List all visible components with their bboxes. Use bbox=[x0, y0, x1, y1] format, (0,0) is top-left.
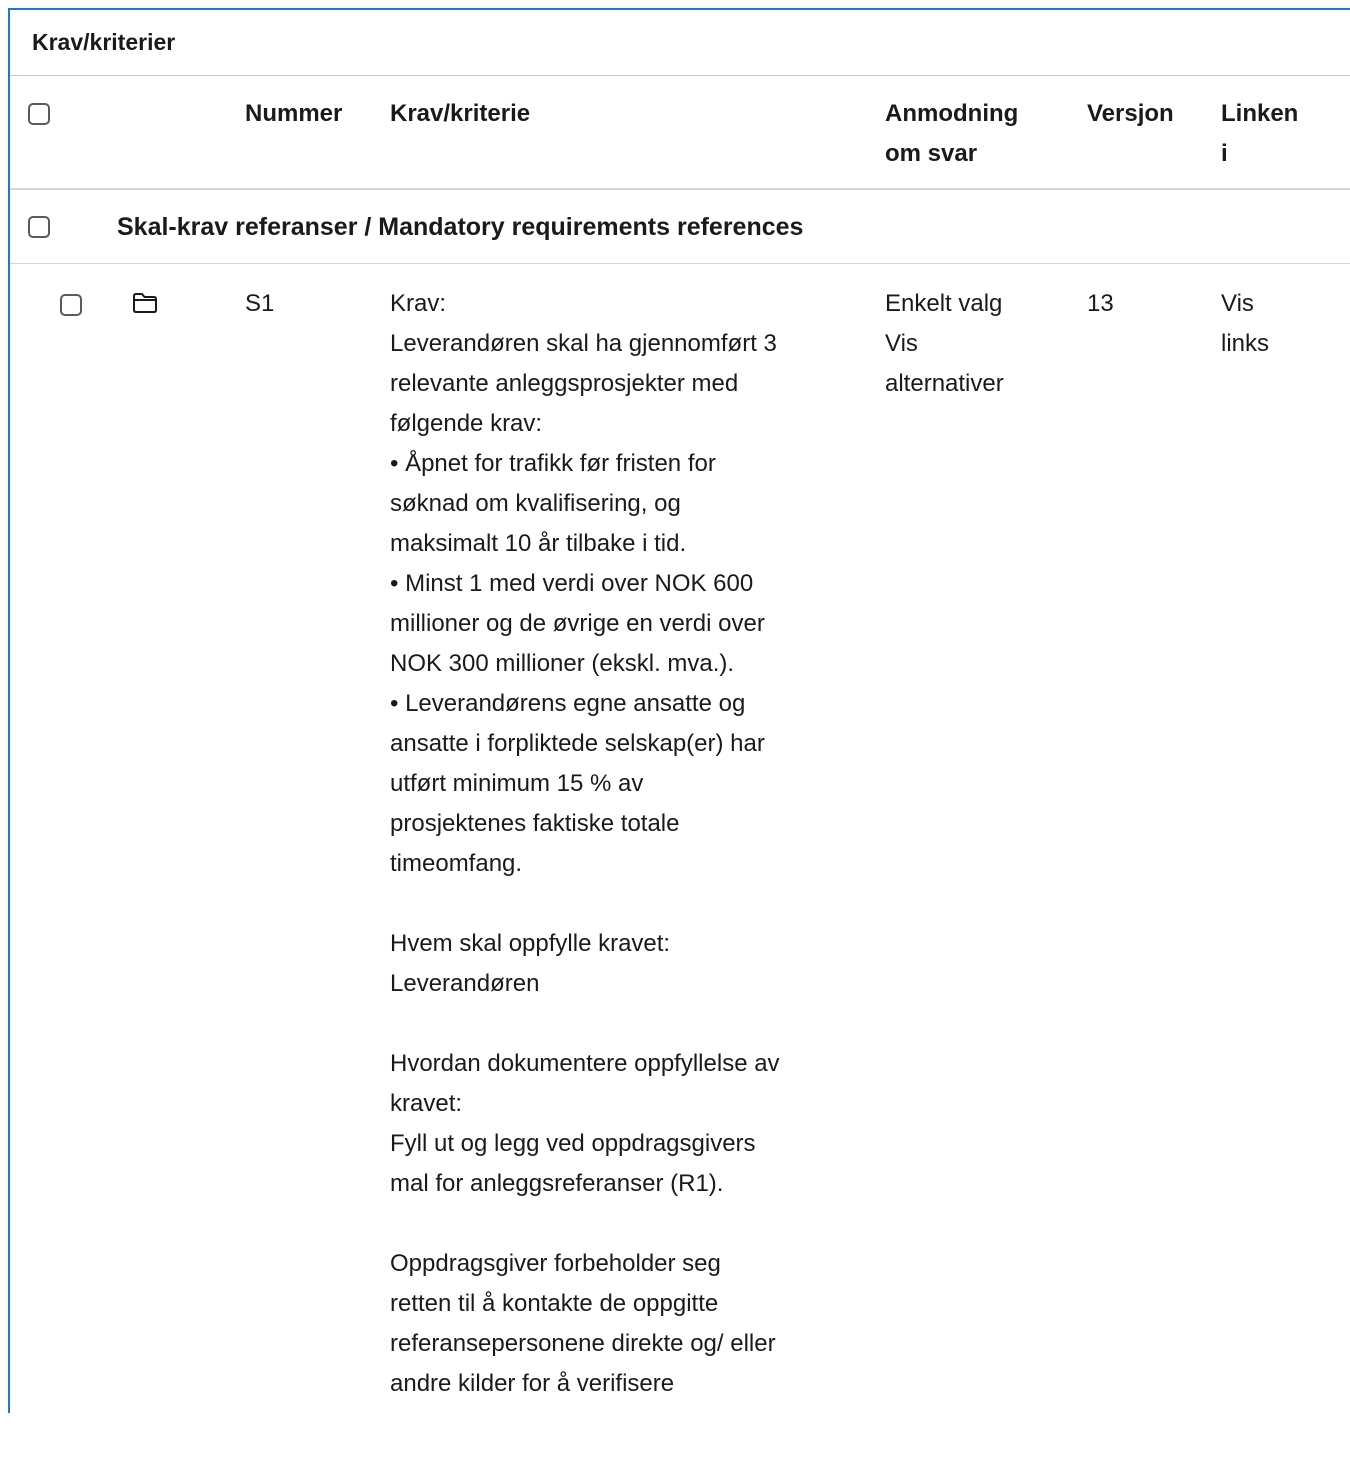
vis-alternativer-line2: alternativer bbox=[885, 370, 1004, 397]
vis-alternativer-link[interactable]: Vis alternativer bbox=[885, 324, 1004, 404]
requirements-panel: Krav/kriterier Nummer Krav/kriterie Anmo… bbox=[8, 8, 1350, 1413]
column-header-linken-line2: i bbox=[1221, 140, 1228, 167]
vis-links-line2: links bbox=[1221, 330, 1270, 357]
group-title: Skal-krav referanser / Mandatory require… bbox=[117, 213, 804, 241]
select-all-checkbox[interactable] bbox=[28, 103, 50, 125]
vis-links-link[interactable]: Vis links bbox=[1221, 284, 1269, 364]
panel-title: Krav/kriterier bbox=[32, 29, 176, 55]
row-krav-text: Krav: Leverandøren skal ha gjennomført 3… bbox=[390, 290, 780, 1397]
column-header-anmodning[interactable]: Anmodning om svar bbox=[885, 94, 1018, 174]
column-header-krav[interactable]: Krav/kriterie bbox=[390, 94, 530, 134]
table-row: S1 Krav: Leverandøren skal ha gjennomfør… bbox=[10, 264, 1350, 1464]
row-anmodning: Enkelt valg Vis alternativer bbox=[885, 284, 1004, 404]
column-header-nummer[interactable]: Nummer bbox=[245, 94, 342, 134]
row-nummer: S1 bbox=[245, 290, 275, 317]
row-checkbox[interactable] bbox=[60, 294, 82, 316]
vis-links-line1: Vis bbox=[1221, 290, 1254, 317]
panel-header: Krav/kriterier bbox=[10, 10, 1350, 76]
table-header-row: Nummer Krav/kriterie Anmodning om svar V… bbox=[10, 76, 1350, 190]
row-versjon: 13 bbox=[1087, 290, 1114, 317]
column-header-anmodning-line1: Anmodning bbox=[885, 100, 1019, 127]
folder-icon[interactable] bbox=[132, 292, 158, 314]
group-row: Skal-krav referanser / Mandatory require… bbox=[10, 190, 1350, 264]
vis-alternativer-line1: Vis bbox=[885, 330, 918, 357]
column-header-versjon[interactable]: Versjon bbox=[1087, 94, 1174, 134]
column-header-anmodning-line2: om svar bbox=[885, 140, 978, 167]
row-anmodning-value: Enkelt valg bbox=[885, 290, 1003, 317]
column-header-linken[interactable]: Linken i bbox=[1221, 94, 1298, 174]
column-header-linken-line1: Linken bbox=[1221, 100, 1299, 127]
group-checkbox[interactable] bbox=[28, 216, 50, 238]
